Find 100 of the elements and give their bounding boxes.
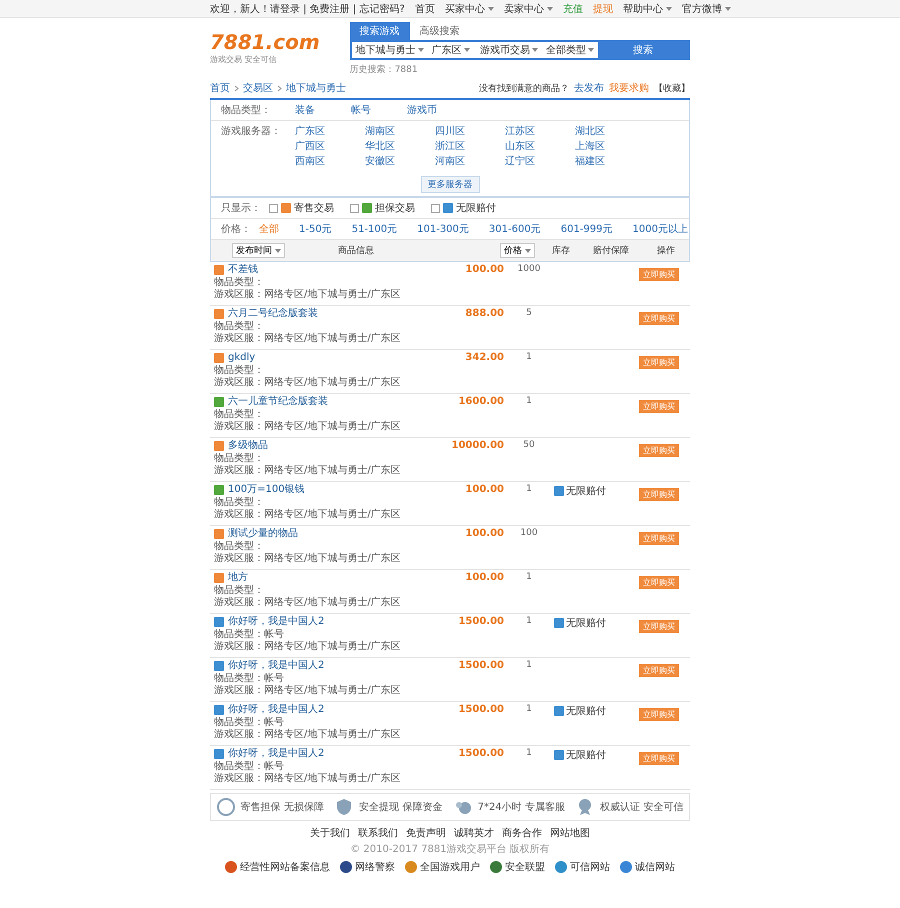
item-title-link[interactable]: 多级物品 bbox=[214, 440, 268, 452]
item-type-text: 物品类型：帐号 bbox=[214, 672, 284, 684]
price-filter-link[interactable]: 601-999元 bbox=[560, 222, 613, 236]
sort-button[interactable]: 价格 bbox=[500, 243, 535, 258]
nav-link[interactable]: 首页 bbox=[414, 2, 435, 16]
price-filter-link[interactable]: 全部 bbox=[259, 222, 279, 236]
server-link[interactable]: 河南区 bbox=[435, 154, 493, 168]
breadcrumb-link[interactable]: 交易区 bbox=[243, 81, 273, 95]
footer-link[interactable]: 联系我们 bbox=[358, 826, 398, 840]
footer-link[interactable]: 诚聘英才 bbox=[454, 826, 494, 840]
item-title-link[interactable]: 你好呀，我是中国人2 bbox=[214, 704, 324, 716]
publish-link[interactable]: 去发布 bbox=[574, 81, 604, 95]
server-link[interactable]: 江苏区 bbox=[505, 124, 563, 138]
server-link[interactable]: 辽宁区 bbox=[505, 154, 563, 168]
server-link[interactable]: 湖南区 bbox=[365, 124, 423, 138]
server-link[interactable]: 湖北区 bbox=[575, 124, 633, 138]
checkbox[interactable] bbox=[269, 204, 278, 212]
item-title-link[interactable]: gkdly bbox=[214, 352, 256, 364]
server-link[interactable]: 山东区 bbox=[505, 139, 563, 153]
item-title-link[interactable]: 你好呀，我是中国人2 bbox=[214, 748, 324, 760]
footer-link[interactable]: 关于我们 bbox=[310, 826, 350, 840]
server-link[interactable]: 安徽区 bbox=[365, 154, 423, 168]
nav-link[interactable]: 官方微博 bbox=[682, 2, 722, 16]
price-filter-link[interactable]: 301-600元 bbox=[488, 222, 541, 236]
breadcrumb-link[interactable]: 地下城与勇士 bbox=[286, 81, 346, 95]
server-link[interactable]: 西南区 bbox=[295, 154, 353, 168]
favorite-link[interactable]: 【收藏】 bbox=[654, 82, 690, 94]
search-tab[interactable]: 高级搜索 bbox=[410, 22, 470, 40]
nav-link[interactable]: 帮助中心 bbox=[622, 2, 663, 16]
price-filter-link[interactable]: 1-50元 bbox=[299, 222, 332, 236]
badge-label[interactable]: 可信网站 bbox=[570, 860, 610, 874]
price-filter-link[interactable]: 101-300元 bbox=[417, 222, 469, 236]
item-title-link[interactable]: 100万=100银钱 bbox=[214, 484, 305, 496]
shield-icon bbox=[335, 798, 354, 816]
item-title-link[interactable]: 六月二号纪念版套装 bbox=[214, 308, 318, 320]
footer-link[interactable]: 免责声明 bbox=[406, 826, 446, 840]
nav-link[interactable]: 充值 bbox=[562, 2, 583, 16]
checkbox-label: 寄售交易 bbox=[294, 202, 334, 215]
feature-text: 7*24小时 专属客服 bbox=[478, 800, 565, 814]
footer-link[interactable]: 网站地图 bbox=[550, 826, 590, 840]
item-region-text: 游戏区服：网络专区/地下城与勇士/广东区 bbox=[214, 597, 401, 610]
feature-text: 权威认证 安全可信 bbox=[600, 800, 684, 814]
request-link[interactable]: 我要求购 bbox=[609, 81, 649, 95]
item-title-link[interactable]: 你好呀，我是中国人2 bbox=[214, 660, 324, 672]
server-link[interactable]: 广东区 bbox=[295, 124, 353, 138]
footer-link[interactable]: 商务合作 bbox=[502, 826, 542, 840]
filter-label: 价格： bbox=[221, 222, 251, 236]
item-region-text: 游戏区服：网络专区/地下城与勇士/广东区 bbox=[214, 773, 401, 786]
checkbox-label: 担保交易 bbox=[375, 202, 415, 215]
server-link[interactable]: 广西区 bbox=[295, 139, 353, 153]
badge-label[interactable]: 网络警察 bbox=[355, 860, 395, 874]
server-link[interactable]: 四川区 bbox=[435, 124, 493, 138]
feature-text: 寄售担保 无损保障 bbox=[240, 800, 324, 814]
caret-icon bbox=[525, 249, 531, 253]
search-history: 历史搜索：7881 bbox=[350, 64, 419, 76]
sort-button[interactable]: 发布时间 bbox=[232, 243, 285, 258]
server-link[interactable]: 福建区 bbox=[575, 154, 633, 168]
more-servers-button[interactable]: 更多服务器 bbox=[420, 176, 480, 193]
item-type-text: 物品类型： bbox=[214, 276, 264, 288]
item-title-link[interactable]: 不差钱 bbox=[214, 264, 258, 276]
badge-label[interactable]: 诚信网站 bbox=[635, 860, 675, 874]
type-filter-link[interactable]: 帐号 bbox=[351, 103, 371, 117]
server-link[interactable]: 上海区 bbox=[575, 139, 633, 153]
item-region-text: 游戏区服：网络专区/地下城与勇士/广东区 bbox=[214, 465, 401, 478]
item-stock: 1 bbox=[525, 484, 533, 496]
checkbox[interactable] bbox=[350, 204, 359, 212]
price-filter-link[interactable]: 51-100元 bbox=[352, 222, 398, 236]
badge-label[interactable]: 安全联盟 bbox=[505, 860, 545, 874]
server-link[interactable]: 华北区 bbox=[365, 139, 423, 153]
item-stock: 100 bbox=[519, 528, 539, 540]
type-filter-link[interactable]: 装备 bbox=[295, 103, 315, 117]
item-region-text: 游戏区服：网络专区/地下城与勇士/广东区 bbox=[214, 509, 401, 522]
checkbox[interactable] bbox=[431, 204, 440, 212]
column-header: 操作 bbox=[656, 244, 676, 257]
badge-label[interactable]: 全国游戏用户 bbox=[420, 860, 480, 874]
guarantee-text: 无限赔付 bbox=[566, 484, 606, 498]
item-title-link[interactable]: 地方 bbox=[214, 572, 248, 584]
guarantee-icon bbox=[554, 618, 564, 628]
item-type-text: 物品类型： bbox=[214, 364, 264, 376]
chevron-icon bbox=[277, 84, 282, 92]
item-title-link[interactable]: 你好呀，我是中国人2 bbox=[214, 616, 324, 628]
badge-label[interactable]: 经营性网站备案信息 bbox=[240, 860, 330, 874]
item-price: 100.00 bbox=[465, 528, 504, 541]
item-title-link[interactable]: 测试少量的物品 bbox=[214, 528, 298, 540]
server-link[interactable]: 浙江区 bbox=[435, 139, 493, 153]
item-region-text: 游戏区服：网络专区/地下城与勇士/广东区 bbox=[214, 421, 401, 434]
filter-label: 只显示： bbox=[221, 202, 261, 215]
search-tab[interactable]: 搜索游戏 bbox=[350, 22, 410, 40]
item-type-text: 物品类型： bbox=[214, 584, 264, 596]
item-stock: 1 bbox=[525, 660, 533, 672]
item-type-text: 物品类型：帐号 bbox=[214, 628, 284, 640]
feature-text: 安全提现 保障资金 bbox=[359, 800, 442, 814]
site-logo[interactable]: 7881.com 游戏交易 安全可信 bbox=[210, 22, 320, 65]
type-filter-link[interactable]: 游戏币 bbox=[407, 103, 437, 117]
breadcrumb-link[interactable]: 首页 bbox=[210, 81, 230, 95]
item-stock: 1 bbox=[525, 352, 533, 364]
price-filter-link[interactable]: 1000元以上 bbox=[632, 222, 688, 236]
nav-link[interactable]: 卖家中心 bbox=[504, 2, 544, 16]
nav-link[interactable]: 买家中心 bbox=[444, 2, 485, 16]
item-title-link[interactable]: 六一儿童节纪念版套装 bbox=[214, 396, 328, 408]
